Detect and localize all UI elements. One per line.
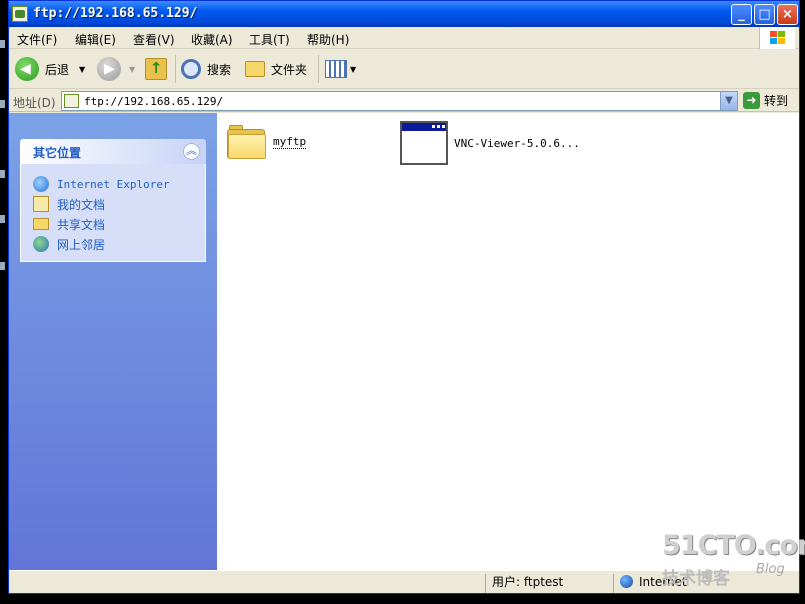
- task-pane: 其它位置 ︽ Internet Explorer 我的文档 共享文档 网上邻居: [9, 113, 217, 570]
- chevron-down-icon[interactable]: ▼: [720, 92, 737, 110]
- watermark-site: 51CTO.com: [662, 530, 805, 561]
- sidebar-item-label: 我的文档: [57, 197, 106, 212]
- sidebar-item-internet-explorer[interactable]: Internet Explorer: [21, 174, 205, 194]
- menu-bar: 文件(F) 编辑(E) 查看(V) 收藏(A) 工具(T) 帮助(H): [9, 27, 799, 49]
- explorer-window: ftp://192.168.65.129/ _ □ × 文件(F) 编辑(E) …: [8, 0, 800, 594]
- background-fragment: [0, 215, 5, 223]
- address-value: ftp://192.168.65.129/: [84, 95, 224, 108]
- menu-view[interactable]: 查看(V): [133, 31, 175, 48]
- title-bar[interactable]: ftp://192.168.65.129/ _ □ ×: [9, 1, 799, 27]
- search-button[interactable]: 搜索: [181, 55, 231, 83]
- internet-zone-icon: [620, 575, 633, 588]
- status-user: 用户: ftptest: [485, 574, 613, 593]
- forward-button[interactable]: ▶ ▼: [97, 55, 135, 83]
- file-name: myftp: [273, 135, 307, 149]
- toolbar-separator: [318, 55, 319, 83]
- file-name: VNC-Viewer-5.0.6...: [454, 136, 580, 150]
- file-item-myftp[interactable]: myftp: [227, 125, 307, 159]
- logo-piece: [778, 31, 785, 37]
- panel-body: Internet Explorer 我的文档 共享文档 网上邻居: [20, 164, 206, 262]
- window-title: ftp://192.168.65.129/: [33, 6, 198, 21]
- background-fragment: [0, 40, 5, 48]
- chevron-down-icon[interactable]: ▼: [79, 65, 85, 74]
- ie-icon: [33, 176, 49, 192]
- menu-tools[interactable]: 工具(T): [249, 31, 290, 48]
- watermark: 51CTO.com 技术博客 Blog: [662, 530, 805, 589]
- views-icon: [325, 60, 347, 78]
- background-fragment: [0, 100, 5, 108]
- folder-icon: [227, 125, 267, 159]
- folders-label: 文件夹: [271, 62, 308, 77]
- address-bar: 地址(D) ftp://192.168.65.129/ ▼ ➜ 转到: [9, 90, 799, 112]
- watermark-blog: Blog: [756, 562, 785, 577]
- background-fragment: [0, 170, 5, 178]
- logo-piece: [770, 38, 777, 44]
- panel-header[interactable]: 其它位置 ︽: [20, 139, 206, 164]
- sidebar-item-label: 网上邻居: [57, 237, 106, 252]
- back-label: 后退: [45, 62, 70, 77]
- chevron-down-icon[interactable]: ▼: [129, 65, 135, 74]
- ftp-folder-icon: [64, 94, 79, 108]
- back-button[interactable]: ◀ 后退 ▼: [15, 55, 85, 83]
- file-item-vnc-viewer[interactable]: VNC-Viewer-5.0.6...: [400, 121, 580, 165]
- windows-logo-icon: [759, 27, 795, 49]
- address-label: 地址(D): [13, 96, 56, 110]
- background-edge: [8, 594, 800, 604]
- menu-file[interactable]: 文件(F): [17, 31, 57, 48]
- status-main: [9, 574, 485, 593]
- minimize-button[interactable]: _: [731, 4, 752, 25]
- address-input[interactable]: ftp://192.168.65.129/ ▼: [61, 91, 738, 111]
- forward-arrow-icon: ▶: [97, 57, 121, 81]
- back-arrow-icon: ◀: [15, 57, 39, 81]
- background-fragment: [0, 262, 5, 270]
- toolbar: ◀ 后退 ▼ ▶ ▼ ↑ 搜索 文件夹 ▼: [9, 49, 799, 89]
- views-button[interactable]: ▼: [325, 55, 356, 83]
- go-arrow-icon: ➜: [743, 92, 760, 109]
- other-places-panel: 其它位置 ︽ Internet Explorer 我的文档 共享文档 网上邻居: [20, 139, 206, 262]
- folders-button[interactable]: 文件夹: [245, 55, 307, 83]
- go-label: 转到: [764, 94, 789, 108]
- shared-folder-icon: [33, 218, 49, 230]
- collapse-icon[interactable]: ︽: [183, 143, 200, 160]
- up-folder-button[interactable]: ↑: [145, 55, 167, 83]
- sidebar-item-shared-documents[interactable]: 共享文档: [21, 214, 205, 234]
- menu-help[interactable]: 帮助(H): [307, 31, 349, 48]
- logo-piece: [778, 38, 785, 44]
- sidebar-item-label: Internet Explorer: [57, 177, 170, 191]
- panel-title: 其它位置: [33, 146, 82, 160]
- maximize-button[interactable]: □: [754, 4, 775, 25]
- sidebar-item-network-places[interactable]: 网上邻居: [21, 234, 205, 254]
- ftp-folder-icon: [12, 6, 28, 22]
- search-icon: [181, 59, 201, 79]
- toolbar-separator: [175, 55, 176, 83]
- search-label: 搜索: [207, 62, 232, 77]
- menu-edit[interactable]: 编辑(E): [75, 31, 116, 48]
- file-list-area[interactable]: myftp VNC-Viewer-5.0.6...: [217, 113, 799, 570]
- chevron-down-icon[interactable]: ▼: [350, 65, 356, 74]
- sidebar-item-my-documents[interactable]: 我的文档: [21, 194, 205, 214]
- close-button[interactable]: ×: [777, 4, 798, 25]
- background-strip: [0, 0, 8, 604]
- up-folder-icon: ↑: [145, 58, 167, 80]
- watermark-subtitle: 技术博客: [662, 569, 730, 589]
- folders-icon: [245, 61, 265, 77]
- sidebar-item-label: 共享文档: [57, 217, 106, 232]
- go-button[interactable]: ➜ 转到: [743, 92, 788, 109]
- menu-favorites[interactable]: 收藏(A): [191, 31, 233, 48]
- network-icon: [33, 236, 49, 252]
- my-documents-icon: [33, 196, 49, 212]
- application-window-icon: [400, 121, 448, 165]
- logo-piece: [770, 31, 777, 37]
